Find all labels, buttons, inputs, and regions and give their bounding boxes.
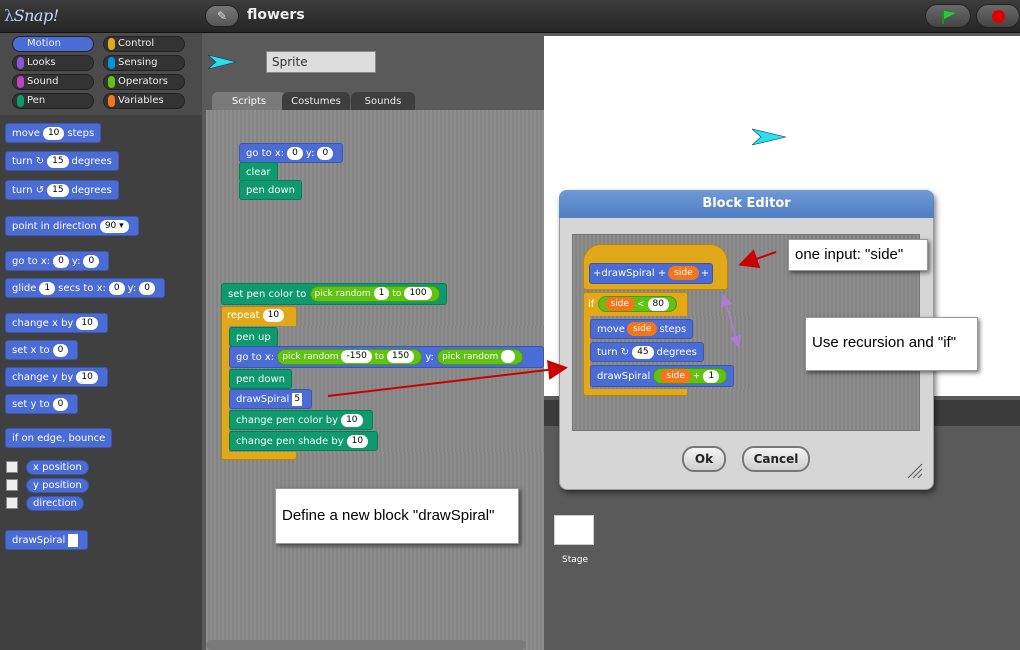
editor-turn-block[interactable]: turn ↻ 45 degrees	[590, 342, 704, 362]
prototype-block[interactable]: +drawSpiral + side +	[589, 263, 714, 284]
pick-random-reporter[interactable]: pick random 1 to 100	[309, 286, 440, 302]
script-pen-down-2-block[interactable]: pen down	[229, 369, 292, 389]
direction-checkbox[interactable]	[6, 497, 18, 509]
category-motion[interactable]: Motion	[12, 36, 94, 52]
palette-turn-cw-block[interactable]: turn ↻ 15 degrees	[5, 151, 119, 171]
green-flag-button[interactable]	[925, 4, 971, 28]
palette-glide-block[interactable]: glide 1 secs to x: 0 y: 0	[5, 278, 165, 298]
script-change-pen-color-block[interactable]: change pen color by 10	[229, 410, 373, 430]
tab-scripts[interactable]: Scripts	[212, 92, 286, 111]
top-bar	[0, 0, 1020, 33]
pick-random-y-reporter[interactable]: pick random	[437, 349, 524, 365]
tab-costumes[interactable]: Costumes	[282, 92, 350, 111]
edit-project-button[interactable]: ✎	[205, 5, 239, 27]
x-position-checkbox[interactable]	[6, 461, 18, 473]
cancel-button[interactable]: Cancel	[742, 446, 810, 472]
editor-recursive-drawspiral-block[interactable]: drawSpiral side +1	[590, 365, 735, 387]
stage-sprite-arrow-icon[interactable]	[752, 128, 788, 146]
category-operators[interactable]: Operators	[103, 74, 185, 90]
palette-turn-ccw-block[interactable]: turn ↺ 15 degrees	[5, 180, 119, 200]
direction-dropdown[interactable]: 90 ▾	[99, 219, 129, 233]
category-looks[interactable]: Looks	[12, 55, 94, 71]
project-title: flowers	[247, 7, 305, 23]
snap-logo[interactable]: λSnap!	[4, 6, 59, 25]
tab-sounds[interactable]: Sounds	[351, 92, 415, 111]
palette-set-x-block[interactable]: set x to 0	[5, 340, 79, 360]
less-than-predicate[interactable]: side <80	[597, 296, 677, 312]
sprite-arrow-icon	[208, 54, 237, 70]
repeat-label: repeat 10	[221, 306, 293, 326]
script-clear-block[interactable]: clear	[239, 162, 278, 182]
y-position-checkbox[interactable]	[6, 479, 18, 491]
sprite-name-field[interactable]: Sprite	[266, 51, 376, 73]
callout-define-block: Define a new block "drawSpiral"	[275, 488, 519, 544]
script-pen-up-block[interactable]: pen up	[229, 327, 278, 347]
script-set-pen-color-block[interactable]: set pen color to pick random 1 to 100	[221, 283, 447, 305]
script-drawspiral-block[interactable]: drawSpiral 5	[229, 389, 313, 409]
category-sensing[interactable]: Sensing	[103, 55, 185, 71]
script-goto-block[interactable]: go to x: 0 y: 0	[239, 143, 344, 163]
palette-bounce-block[interactable]: if on edge, bounce	[5, 428, 113, 448]
pick-random-x-reporter[interactable]: pick random -150 to 150	[277, 349, 423, 365]
stage-thumbnail-label: Stage	[562, 555, 589, 565]
plus-operator[interactable]: side +1	[653, 368, 728, 384]
palette-point-direction-block[interactable]: point in direction 90 ▾	[5, 216, 139, 236]
resize-handle-icon[interactable]	[906, 462, 924, 480]
palette-move-block[interactable]: move 10 steps	[5, 123, 102, 143]
script-pen-down-block[interactable]: pen down	[239, 180, 302, 200]
palette-drawspiral-block[interactable]: drawSpiral	[5, 530, 89, 550]
scripts-horizontal-scrollbar[interactable]	[206, 640, 526, 650]
category-control[interactable]: Control	[103, 36, 185, 52]
logo-text: Snap!	[13, 6, 59, 25]
stop-button[interactable]	[976, 4, 1020, 28]
category-variables[interactable]: Variables	[103, 93, 185, 109]
category-sound[interactable]: Sound	[12, 74, 94, 90]
callout-one-input: one input: "side"	[788, 239, 928, 271]
if-header: if side <80	[583, 295, 683, 315]
palette-change-x-block[interactable]: change x by 10	[5, 313, 108, 333]
callout-recursion: Use recursion and "if"	[805, 317, 978, 371]
direction-reporter[interactable]: direction	[26, 496, 84, 511]
palette-set-y-block[interactable]: set y to 0	[5, 394, 79, 414]
dropdown-arrow-icon: ▾	[119, 220, 124, 231]
stop-icon	[992, 10, 1005, 23]
ok-button[interactable]: Ok	[682, 446, 726, 472]
param-side[interactable]: side	[668, 266, 699, 280]
category-pen[interactable]: Pen	[12, 93, 94, 109]
x-position-reporter[interactable]: x position	[26, 460, 89, 475]
stage-thumbnail[interactable]	[554, 515, 594, 545]
palette-goto-block[interactable]: go to x: 0 y: 0	[5, 251, 110, 271]
palette-change-y-block[interactable]: change y by 10	[5, 367, 108, 387]
y-position-reporter[interactable]: y position	[26, 478, 89, 493]
script-change-pen-shade-block[interactable]: change pen shade by 10	[229, 431, 379, 451]
pencil-icon: ✎	[216, 9, 228, 23]
block-editor-title[interactable]: Block Editor	[559, 190, 934, 218]
script-goto-random-block[interactable]: go to x: pick random -150 to 150 y: pick ra…	[229, 346, 544, 368]
editor-move-block[interactable]: move side steps	[590, 319, 694, 339]
